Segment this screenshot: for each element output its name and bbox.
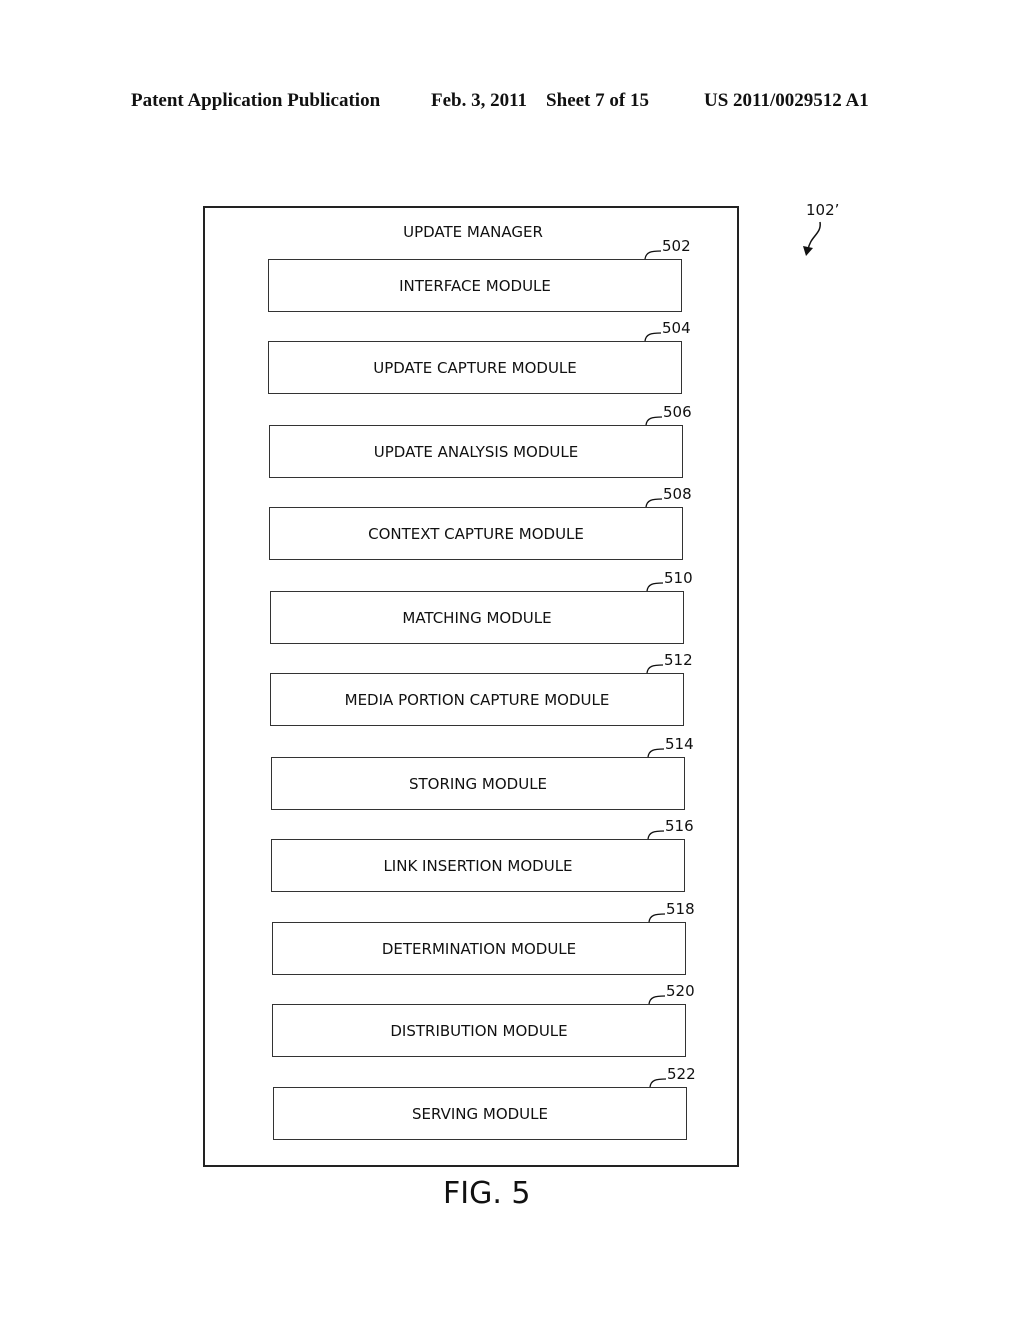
module-label: MATCHING MODULE (402, 608, 552, 627)
header-date-sheet: Feb. 3, 2011 Sheet 7 of 15 (431, 90, 649, 111)
module-box: CONTEXT CAPTURE MODULE (269, 507, 683, 560)
leader-line-icon (649, 1078, 667, 1088)
leader-line-icon (646, 582, 664, 592)
module-box: MEDIA PORTION CAPTURE MODULE (270, 673, 684, 726)
reference-arrow-icon (803, 221, 821, 256)
leader-line-icon (644, 332, 662, 342)
module-ref-numeral: 502 (662, 237, 691, 255)
module-box: MATCHING MODULE (270, 591, 684, 644)
module-ref-numeral: 506 (663, 403, 692, 421)
module-box: UPDATE ANALYSIS MODULE (269, 425, 683, 478)
reference-numeral-102: 102’ (806, 201, 840, 219)
module-label: LINK INSERTION MODULE (383, 856, 573, 875)
module-ref-numeral: 508 (663, 485, 692, 503)
module-label: CONTEXT CAPTURE MODULE (368, 524, 584, 543)
module-ref-numeral: 522 (667, 1065, 696, 1083)
leader-line-icon (648, 995, 666, 1005)
module-label: UPDATE CAPTURE MODULE (373, 358, 577, 377)
leader-line-icon (647, 748, 665, 758)
module-label: MEDIA PORTION CAPTURE MODULE (344, 690, 610, 709)
leader-line-icon (648, 913, 666, 923)
leader-line-icon (647, 830, 665, 840)
module-label: UPDATE ANALYSIS MODULE (373, 442, 579, 461)
module-box: SERVING MODULE (273, 1087, 687, 1140)
module-box: LINK INSERTION MODULE (271, 839, 685, 892)
leader-line-icon (645, 498, 663, 508)
module-ref-numeral: 510 (664, 569, 693, 587)
leader-line-icon (644, 250, 662, 260)
header-patent-number: US 2011/0029512 A1 (704, 90, 869, 111)
module-ref-numeral: 516 (665, 817, 694, 835)
header-publication-label: Patent Application Publication (131, 90, 381, 111)
module-box: DETERMINATION MODULE (272, 922, 686, 975)
module-label: SERVING MODULE (411, 1104, 548, 1123)
leader-line-icon (645, 416, 663, 426)
module-label: STORING MODULE (408, 774, 548, 793)
module-box: STORING MODULE (271, 757, 685, 810)
module-label: DETERMINATION MODULE (381, 939, 577, 958)
module-ref-numeral: 504 (662, 319, 691, 337)
module-ref-numeral: 512 (664, 651, 693, 669)
module-ref-numeral: 520 (666, 982, 695, 1000)
module-ref-numeral: 514 (665, 735, 694, 753)
figure-label: FIG. 5 (443, 1176, 531, 1211)
module-label: INTERFACE MODULE (399, 276, 551, 295)
leader-line-icon (646, 664, 664, 674)
module-box: UPDATE CAPTURE MODULE (268, 341, 682, 394)
module-box: DISTRIBUTION MODULE (272, 1004, 686, 1057)
module-label: DISTRIBUTION MODULE (390, 1021, 568, 1040)
module-box: INTERFACE MODULE (268, 259, 682, 312)
module-ref-numeral: 518 (666, 900, 695, 918)
